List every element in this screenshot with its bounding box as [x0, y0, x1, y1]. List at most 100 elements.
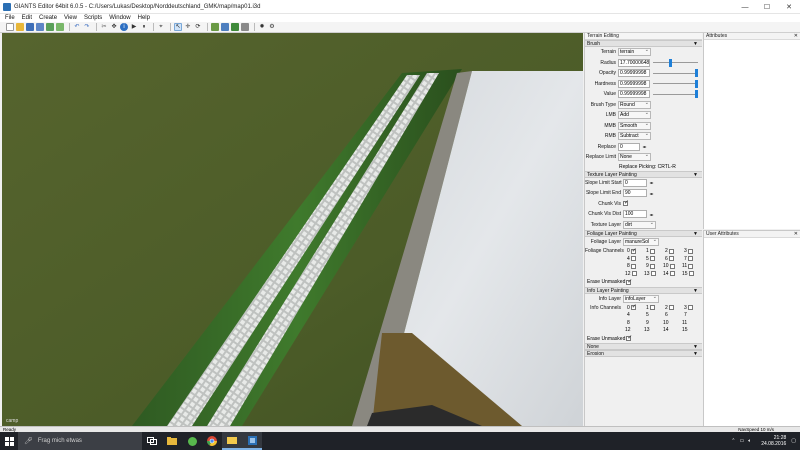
save-icon[interactable] [26, 23, 34, 31]
info-channel-14[interactable]: 14 [663, 327, 669, 333]
texture-layer-dropdown[interactable]: dirt [623, 220, 656, 229]
info-channel-15[interactable]: 15 [682, 327, 688, 333]
light-icon[interactable]: ✹ [258, 23, 266, 31]
file-explorer-icon[interactable] [162, 432, 182, 450]
info-icon[interactable]: i [120, 23, 128, 31]
opacity-input[interactable]: 0.99999998 [618, 69, 650, 78]
hardness-input[interactable]: 0.99999998 [618, 79, 650, 88]
brush-section-header[interactable]: Brush ▼ [585, 40, 702, 47]
windows-start-button[interactable] [0, 432, 18, 450]
foliage-channel-13[interactable]: 13 [644, 271, 656, 277]
foliage-erase-checkbox[interactable] [626, 278, 632, 285]
rotate-icon[interactable]: ⟳ [194, 23, 202, 31]
minimize-button[interactable]: — [734, 0, 756, 14]
radius-slider[interactable] [653, 58, 698, 67]
info-section-header[interactable]: Info Layer Painting ▼ [585, 286, 702, 294]
giants-editor-icon[interactable] [242, 432, 262, 450]
value-input[interactable]: 0.99999998 [618, 90, 650, 99]
info-erase-checkbox[interactable] [626, 334, 632, 341]
foliage-channel-11[interactable]: 11 [682, 263, 694, 269]
foliage-section-header[interactable]: Foliage Layer Painting ▼ [585, 230, 702, 237]
mmb-dropdown[interactable]: Smooth [618, 121, 651, 130]
foliage-channel-8[interactable]: 8 [627, 263, 636, 269]
menu-window[interactable]: Window [109, 15, 130, 21]
maximize-button[interactable]: ☐ [756, 0, 778, 14]
menu-help[interactable]: Help [138, 15, 150, 21]
pause-icon[interactable]: ⏸ [140, 23, 148, 31]
chunk-vis-dist-spinner-icon[interactable]: ◂▸ [648, 211, 655, 218]
info-channel-13[interactable]: 13 [644, 327, 650, 333]
terrain-icon[interactable] [211, 23, 219, 31]
paint-icon[interactable] [221, 23, 229, 31]
foliage-channel-4[interactable]: 4 [627, 256, 636, 262]
foliage-channel-6[interactable]: 6 [665, 256, 674, 262]
import-icon[interactable] [46, 23, 54, 31]
notifications-icon[interactable]: ▢ [791, 438, 796, 444]
foliage-channel-9[interactable]: 9 [646, 263, 655, 269]
network-icon[interactable]: ▭ [739, 438, 744, 444]
slope-end-input[interactable]: 90 [623, 189, 647, 198]
undo-icon[interactable]: ↶ [73, 23, 81, 31]
brush-type-dropdown[interactable]: Round [618, 100, 651, 109]
foliage-channel-7[interactable]: 7 [684, 256, 693, 262]
close-icon[interactable]: ✕ [794, 231, 798, 238]
value-slider[interactable] [653, 90, 699, 99]
camera-icon[interactable] [241, 23, 249, 31]
3d-viewport[interactable]: camp [2, 33, 583, 426]
close-button[interactable]: ✕ [778, 0, 800, 14]
clock[interactable]: 21:28 24.08.2016 [761, 435, 786, 447]
info-channel-10[interactable]: 10 [663, 320, 669, 326]
play-icon[interactable]: ▶ [130, 23, 138, 31]
chrome-icon[interactable] [202, 432, 222, 450]
xbox-icon[interactable] [182, 432, 202, 450]
volume-icon[interactable]: 🔈︎ [748, 438, 751, 444]
menu-view[interactable]: View [64, 15, 77, 21]
foliage-channel-2[interactable]: 2 [665, 248, 674, 254]
info-channel-1[interactable]: 1 [646, 305, 655, 311]
task-view-icon[interactable] [142, 432, 162, 450]
texture-section-header[interactable]: Texture Layer Painting ▼ [585, 170, 702, 178]
menu-file[interactable]: File [5, 15, 15, 21]
info-channel-12[interactable]: 12 [625, 327, 631, 333]
open-icon[interactable] [16, 23, 24, 31]
info-channel-7[interactable]: 7 [684, 312, 687, 318]
foliage-channel-3[interactable]: 3 [684, 248, 693, 254]
select-icon[interactable]: ↖ [174, 23, 182, 31]
none-section-header[interactable]: None ▼ [585, 343, 702, 350]
info-channel-2[interactable]: 2 [665, 305, 674, 311]
terrain-dropdown[interactable]: terrain [618, 48, 651, 57]
new-icon[interactable] [6, 23, 14, 31]
foliage-channel-15[interactable]: 15 [682, 271, 694, 277]
info-channel-8[interactable]: 8 [627, 320, 630, 326]
info-channel-11[interactable]: 11 [682, 320, 687, 326]
info-layer-dropdown[interactable]: infoLayer [623, 294, 659, 303]
foliage-channel-0[interactable]: 0 [627, 247, 637, 255]
close-icon[interactable]: ✕ [794, 33, 798, 40]
redo-icon[interactable]: ↷ [83, 23, 91, 31]
move-icon[interactable]: ✥ [110, 23, 118, 31]
pick-icon[interactable]: ⌖ [157, 23, 165, 31]
opacity-slider[interactable] [653, 69, 699, 78]
chunk-vis-dist-input[interactable]: 100 [623, 210, 647, 219]
info-channel-5[interactable]: 5 [646, 312, 649, 318]
slope-end-spinner-icon[interactable]: ◂▸ [648, 190, 655, 197]
save-all-icon[interactable] [36, 23, 44, 31]
foliage-icon[interactable] [231, 23, 239, 31]
translate-icon[interactable]: ✛ [184, 23, 192, 31]
info-channel-4[interactable]: 4 [627, 312, 630, 318]
foliage-channel-1[interactable]: 1 [646, 248, 655, 254]
replace-limit-dropdown[interactable]: None [618, 153, 651, 162]
slope-start-spinner-icon[interactable]: ◂▸ [648, 179, 655, 186]
menu-create[interactable]: Create [39, 15, 57, 21]
settings-icon[interactable]: ⚙ [268, 23, 276, 31]
foliage-channel-10[interactable]: 10 [663, 263, 675, 269]
lmb-dropdown[interactable]: Add [618, 111, 651, 120]
foliage-channel-12[interactable]: 12 [625, 271, 637, 277]
info-channel-9[interactable]: 9 [646, 320, 649, 326]
slope-start-input[interactable]: 0 [623, 178, 647, 187]
hardness-slider[interactable] [653, 79, 699, 88]
cortana-search-box[interactable]: 🎤︎ Frag mich etwas [18, 432, 142, 450]
folder-icon[interactable] [222, 432, 242, 450]
info-channel-6[interactable]: 6 [665, 312, 668, 318]
replace-input[interactable]: 0 [618, 142, 640, 151]
